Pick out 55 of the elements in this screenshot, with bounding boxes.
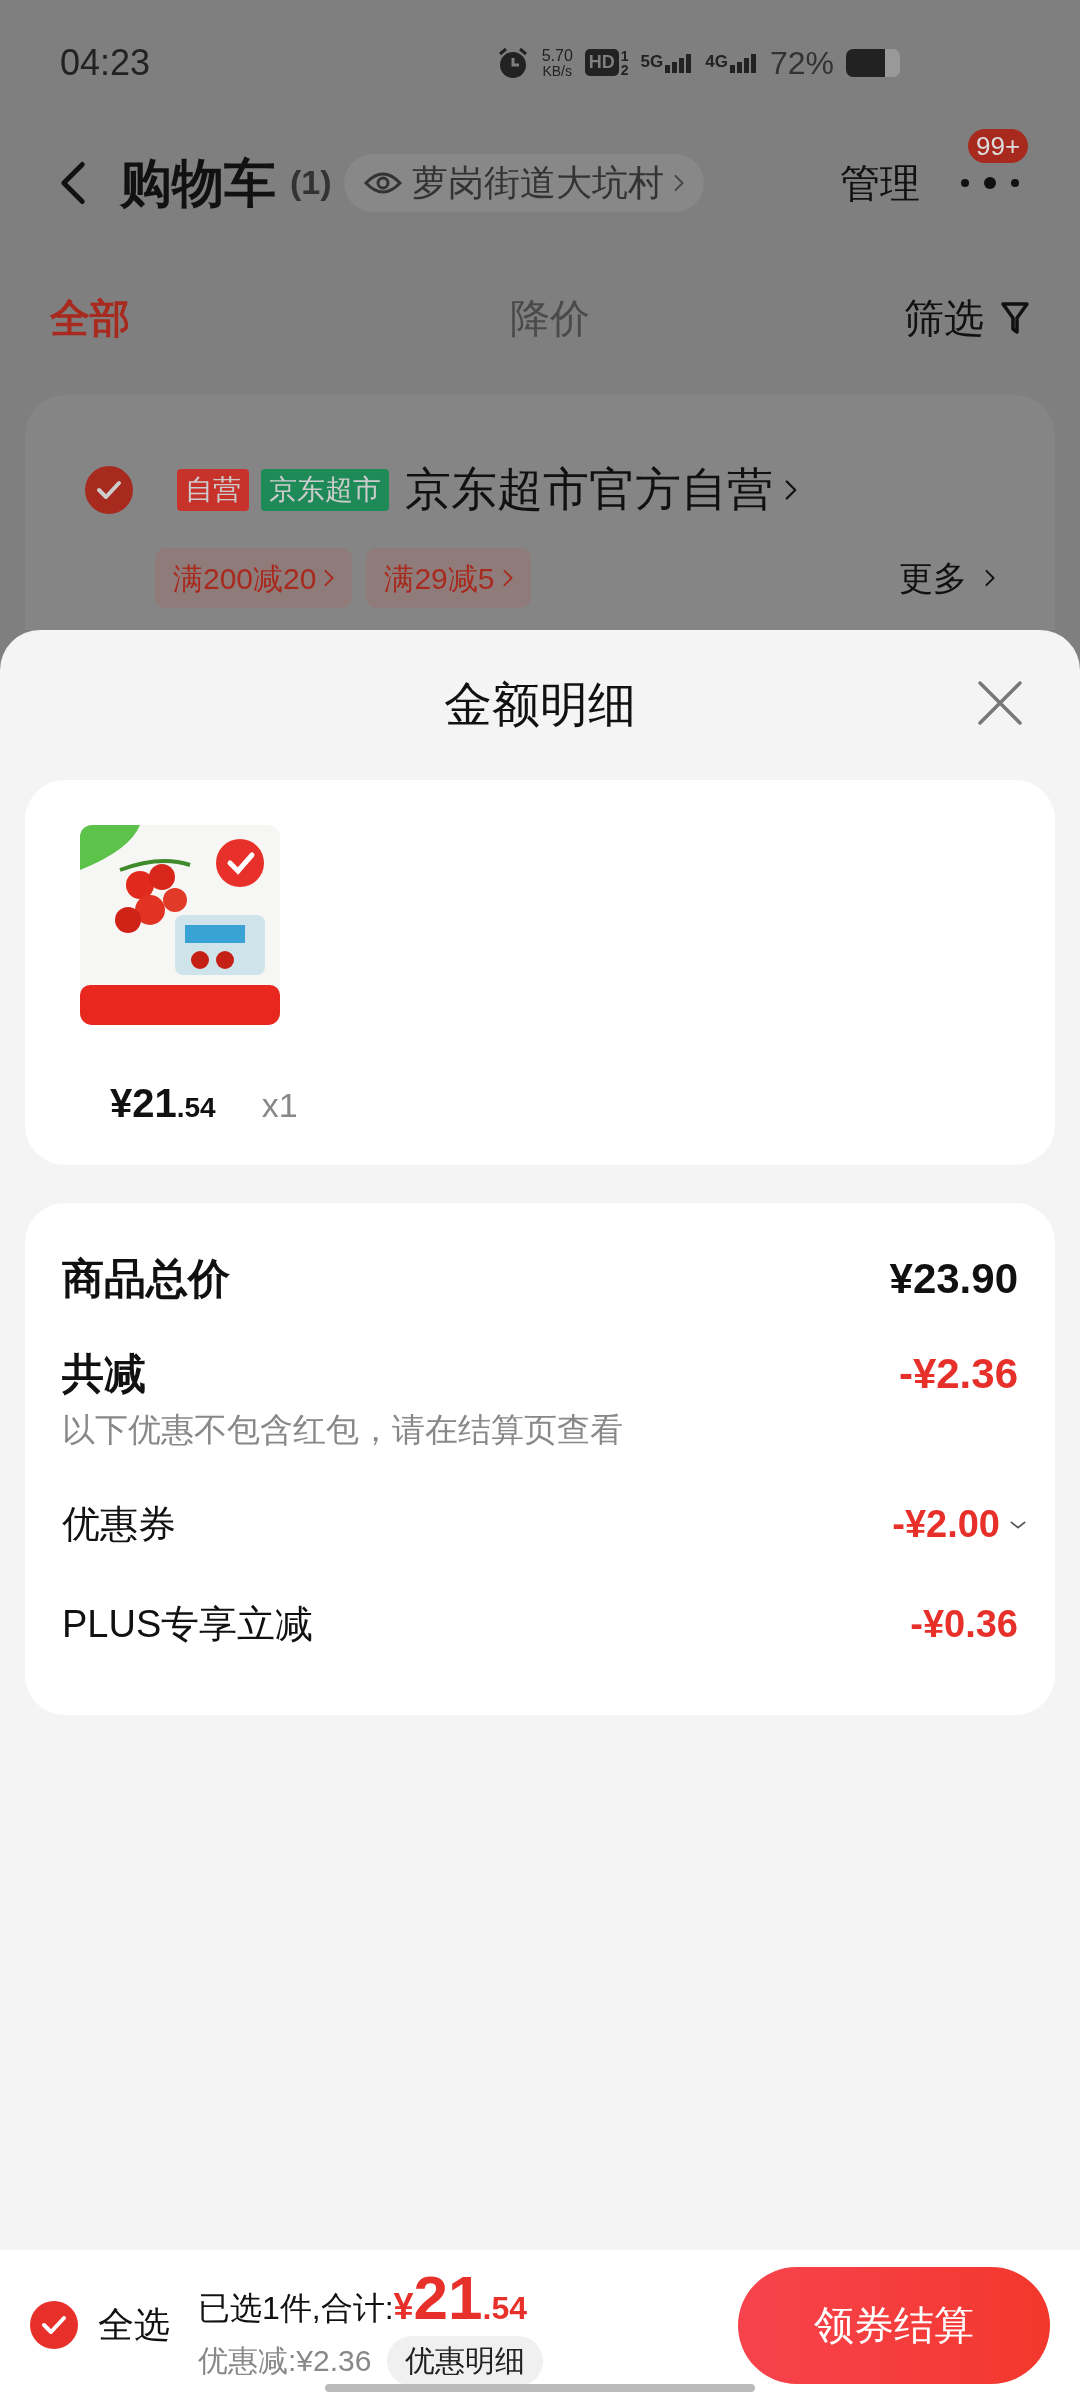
discount-amount: 优惠减:¥2.36 bbox=[198, 2343, 372, 2379]
item-count: (1) bbox=[290, 162, 332, 203]
sheet-title: 金额明细 bbox=[444, 677, 636, 733]
store-tag: 自营 bbox=[177, 468, 249, 511]
eye-icon bbox=[363, 170, 402, 195]
battery-percent: 72% bbox=[769, 43, 834, 83]
more-coupons-link[interactable]: 更多 bbox=[899, 552, 995, 604]
discount-value: -¥0.36 bbox=[910, 1602, 1018, 1647]
network-type: 4G bbox=[705, 52, 728, 70]
network-type: 5G bbox=[640, 52, 664, 70]
chevron-right-icon bbox=[324, 569, 335, 587]
total-label: 已选1件,合计: bbox=[198, 2288, 394, 2328]
speed-value: 5.70 bbox=[541, 47, 573, 64]
summary-note: 以下优惠不包含红包，请在结算页查看 bbox=[62, 1410, 624, 1450]
discount-detail-button[interactable]: 优惠明细 bbox=[387, 2335, 544, 2386]
signal-icon bbox=[663, 52, 694, 73]
close-icon bbox=[977, 680, 1023, 726]
summary-value: -¥2.36 bbox=[898, 1348, 1018, 1399]
sim-number: 1 bbox=[620, 48, 629, 63]
notification-badge: 99+ bbox=[968, 128, 1029, 163]
speed-unit: KB/s bbox=[542, 63, 572, 78]
filter-icon bbox=[1000, 300, 1030, 335]
store-name-link[interactable]: 京东超市官方自营 bbox=[405, 455, 797, 524]
location-pill[interactable]: 萝岗街道大坑村 bbox=[343, 153, 704, 212]
signal-icon bbox=[727, 52, 758, 73]
manage-button[interactable]: 管理 bbox=[840, 152, 920, 213]
summary-label: 商品总价 bbox=[62, 1253, 230, 1304]
chevron-down-icon bbox=[1010, 1519, 1026, 1530]
store-tag: 京东超市 bbox=[261, 468, 389, 511]
discount-label: 优惠券 bbox=[62, 1502, 176, 1547]
chevron-right-icon bbox=[985, 568, 995, 588]
filter-button[interactable]: 筛选 bbox=[904, 287, 1030, 348]
hd-icon: HD bbox=[584, 49, 619, 76]
chevron-right-icon bbox=[785, 477, 797, 502]
checkbox[interactable] bbox=[85, 465, 133, 514]
summary-label: 共减 bbox=[62, 1348, 146, 1399]
total-price: ¥21.54 bbox=[393, 2264, 528, 2334]
product-price: ¥21.54 bbox=[110, 1080, 216, 1127]
check-icon bbox=[41, 2315, 67, 2335]
checkbox[interactable] bbox=[30, 2301, 78, 2349]
summary-value: ¥23.90 bbox=[889, 1253, 1018, 1304]
close-button[interactable] bbox=[975, 678, 1025, 728]
chevron-right-icon bbox=[502, 569, 513, 587]
check-icon bbox=[96, 479, 122, 500]
more-icon bbox=[960, 175, 1020, 190]
product-quantity: x1 bbox=[261, 1085, 298, 1126]
page-title: 购物车 bbox=[120, 152, 276, 214]
chevron-right-icon bbox=[673, 173, 684, 192]
battery-icon bbox=[846, 48, 900, 77]
discount-label: PLUS专享立减 bbox=[62, 1602, 314, 1647]
status-time: 04:23 bbox=[60, 40, 151, 85]
discount-dropdown[interactable]: -¥2.00 bbox=[892, 1496, 1026, 1553]
checkout-button[interactable]: 领券结算 bbox=[738, 2266, 1050, 2384]
sim-number: 2 bbox=[620, 62, 629, 77]
select-all-button[interactable]: 全选 bbox=[30, 2298, 170, 2352]
